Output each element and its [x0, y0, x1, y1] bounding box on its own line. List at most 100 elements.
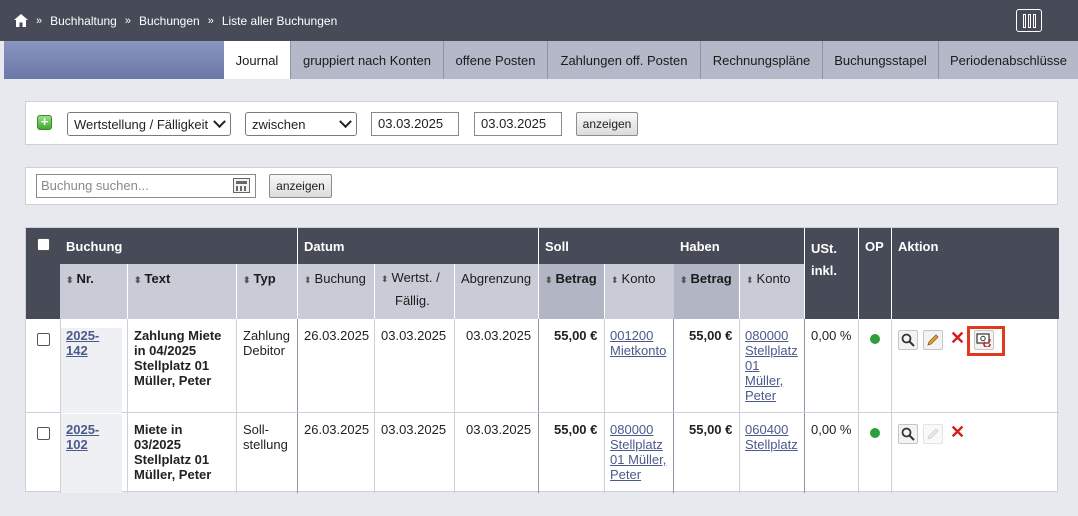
account-line[interactable]: 01 — [745, 358, 759, 373]
text-line: in 04/2025 — [134, 343, 197, 358]
view-icon[interactable] — [898, 424, 918, 444]
booking-type: Zahlung Debitor — [243, 328, 290, 358]
booking-date: 26.03.2025 — [304, 328, 370, 343]
account-line[interactable]: Müller, — [745, 373, 783, 388]
column-layout-icon[interactable] — [1016, 9, 1042, 32]
tab-journal[interactable]: Journal — [224, 41, 290, 79]
account-line[interactable]: Stellplatz — [610, 437, 663, 452]
delete-icon[interactable]: ✕ — [950, 422, 965, 443]
edit-icon-disabled — [923, 424, 943, 444]
col-header-haben-betrag[interactable]: ⬍ Betrag — [674, 264, 739, 319]
account-line[interactable]: Stellplatz — [745, 437, 798, 452]
text-line: 03/2025 — [134, 437, 181, 452]
haben-account-link[interactable]: 060400 Stellplatz — [745, 422, 798, 452]
soll-account-link[interactable]: 080000 Stellplatz 01 Müller, Peter — [610, 422, 666, 482]
col-header-nr-label: Nr. — [76, 271, 94, 286]
account-line[interactable]: 080000 — [745, 328, 788, 343]
add-filter-icon[interactable]: + — [37, 115, 52, 130]
account-line[interactable]: Stellplatz — [745, 343, 798, 358]
account-line[interactable]: Peter — [610, 467, 641, 482]
col-header-text-label: Text — [144, 271, 171, 286]
text-line: Miete in — [134, 422, 183, 437]
search-show-button[interactable]: anzeigen — [269, 174, 332, 198]
filter-field-select[interactable]: Wertstellung / Fälligkeit — [67, 112, 231, 136]
text-line: Stellplatz 01 — [134, 358, 210, 373]
haben-amount: 55,00 € — [689, 422, 733, 437]
date-to-input[interactable]: 03.03.2025 — [474, 112, 562, 136]
col-header-typ-label: Typ — [253, 271, 276, 286]
tab-gruppiert-nach-konten[interactable]: gruppiert nach Konten — [290, 41, 443, 79]
account-line[interactable]: 080000 — [610, 422, 653, 437]
search-input[interactable]: Buchung suchen... — [36, 174, 256, 198]
view-icon[interactable] — [898, 330, 918, 350]
breadcrumb-buchungen[interactable]: Buchungen — [139, 14, 200, 28]
account-line[interactable]: 01 Müller, — [610, 452, 666, 467]
haben-amount: 55,00 € — [689, 328, 733, 343]
tab-bar: Journal gruppiert nach Konten offene Pos… — [0, 41, 1078, 79]
account-line[interactable]: 060400 — [745, 422, 788, 437]
filter-operator-value: zwischen — [252, 116, 306, 132]
sort-icon: ⬍ — [134, 275, 142, 285]
delete-icon[interactable]: ✕ — [950, 328, 965, 349]
text-line: Zahlung Miete — [134, 328, 222, 343]
tab-rechnungsplaene[interactable]: Rechnungspläne — [700, 41, 822, 79]
reverse-booking-icon[interactable] — [974, 330, 994, 350]
col-header-wertst-label: Wertst. / — [391, 270, 440, 285]
breadcrumb-buchhaltung[interactable]: Buchhaltung — [50, 14, 117, 28]
accrual-date: 03.03.2025 — [466, 422, 532, 437]
col-header-haben-betrag-label: Betrag — [690, 271, 732, 286]
header-aktion: Aktion — [892, 228, 1059, 319]
col-header-haben-konto[interactable]: ⬍ Konto — [740, 264, 804, 319]
filter-operator-select[interactable]: zwischen — [245, 112, 357, 136]
col-header-wertst[interactable]: ⬍ Wertst. / Fällig. — [375, 264, 454, 319]
date-from-input[interactable]: 03.03.2025 — [371, 112, 459, 136]
sort-icon: ⬍ — [611, 275, 619, 285]
row-checkbox[interactable] — [37, 333, 50, 346]
type-line: stellung — [243, 437, 288, 452]
row-checkbox[interactable] — [37, 427, 50, 440]
soll-account-link[interactable]: 001200 Mietkonto — [610, 328, 666, 358]
filter-panel: + Wertstellung / Fälligkeit zwischen 03.… — [25, 101, 1058, 145]
accrual-date: 03.03.2025 — [466, 328, 532, 343]
booking-type: Soll- stellung — [243, 422, 288, 452]
home-icon[interactable] — [14, 14, 28, 27]
text-line: Stellplatz 01 — [134, 452, 210, 467]
col-header-soll-konto[interactable]: ⬍ Konto — [605, 264, 674, 319]
type-line: Debitor — [243, 343, 285, 358]
tab-zahlungen-off-posten[interactable]: Zahlungen off. Posten — [547, 41, 700, 79]
tab-offene-posten[interactable]: offene Posten — [443, 41, 547, 79]
haben-account-link[interactable]: 080000 Stellplatz 01 Müller, Peter — [745, 328, 798, 403]
chevron-down-icon — [213, 114, 226, 128]
col-header-typ[interactable]: ⬍ Typ — [237, 264, 297, 319]
booking-number-link[interactable]: 2025-102 — [66, 422, 99, 452]
sort-icon: ⬍ — [66, 275, 74, 285]
col-header-buchung-label: Buchung — [314, 271, 366, 286]
select-all-checkbox[interactable] — [37, 238, 50, 251]
group-header-haben: Haben — [674, 228, 804, 264]
account-line[interactable]: Mietkonto — [610, 343, 666, 358]
header-select-cell — [26, 228, 60, 319]
breadcrumb-separator: » — [207, 14, 214, 27]
booking-number-link[interactable]: 2025-142 — [66, 328, 99, 358]
search-placeholder: Buchung suchen... — [41, 178, 149, 193]
account-line[interactable]: 001200 — [610, 328, 653, 343]
edit-icon[interactable] — [923, 330, 943, 350]
account-line[interactable]: Peter — [745, 388, 776, 403]
col-header-text[interactable]: ⬍ Text — [128, 264, 236, 319]
col-header-nr[interactable]: ⬍ Nr. — [60, 264, 127, 319]
filter-show-button[interactable]: anzeigen — [576, 112, 638, 136]
group-header-soll: Soll — [539, 228, 674, 264]
vat-rate: 0,00 % — [811, 422, 852, 437]
col-header-soll-betrag[interactable]: ⬍ Betrag — [539, 264, 604, 319]
type-line: Zahlung — [243, 328, 290, 343]
chevron-down-icon — [339, 114, 352, 128]
tab-periodenabschluesse[interactable]: Periodenabschlüsse — [938, 41, 1078, 79]
calculator-icon[interactable] — [233, 178, 250, 193]
value-date: 03.03.2025 — [381, 422, 447, 437]
header-ust-label: USt. — [811, 241, 837, 256]
col-header-buchung[interactable]: ⬍ Buchung — [298, 264, 374, 319]
tab-buchungsstapel[interactable]: Buchungsstapel — [822, 41, 938, 79]
text-line: Müller, Peter — [134, 373, 212, 388]
header-ust-label-2: inkl. — [811, 263, 838, 278]
col-header-abgrenzung: Abgrenzung — [455, 264, 538, 319]
